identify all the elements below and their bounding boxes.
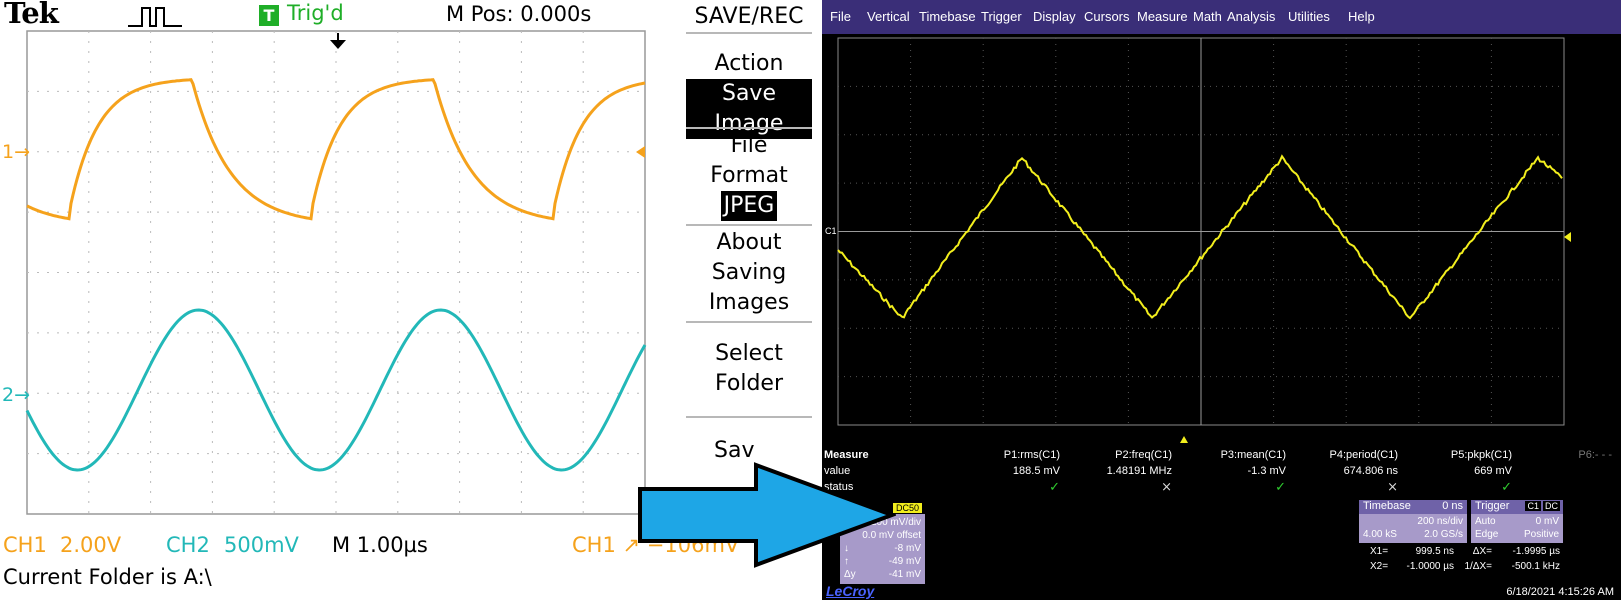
trigger-level: 0 mV <box>1535 516 1559 527</box>
param-value: 669 mV <box>1474 465 1512 477</box>
measure-title: Measure <box>824 449 869 461</box>
lecroy-scope-screen: File Vertical Timebase Trigger Display C… <box>822 0 1621 600</box>
ch2-scale: 500mV <box>224 533 299 557</box>
trigger-level-icon <box>1564 232 1571 242</box>
timebase-samples: 4.00 kS <box>1363 529 1397 540</box>
dx-value: -1.9995 µs <box>1512 546 1560 557</box>
timebase-per-div: 200 ns/div <box>1417 516 1463 527</box>
c1-row1-value: -8 mV <box>894 543 921 554</box>
trigger-label: Trigger <box>1475 500 1510 512</box>
about-label-3: Images <box>708 290 790 315</box>
timebase-delay: 0 ns <box>1442 500 1463 512</box>
x1-value: 999.5 ns <box>1415 546 1454 557</box>
timebase-rate: 2.0 GS/s <box>1424 529 1463 540</box>
param-value: -1.3 mV <box>1247 465 1286 477</box>
file-format-menu-button[interactable]: File Format JPEG <box>686 131 812 221</box>
ch1-label: CH1 <box>3 533 47 557</box>
about-saving-images-button[interactable]: About Saving Images <box>686 228 812 318</box>
trigger-box[interactable]: Trigger C1 DC Auto 0 mV Edge Positive <box>1471 500 1563 543</box>
save-label: Sav <box>714 438 755 463</box>
select-folder-label-1: Select <box>715 341 783 366</box>
lecroy-logo: LeCroy <box>826 583 875 599</box>
param-name: P1:rms(C1) <box>1003 449 1060 461</box>
param-name: P6:- - - <box>1578 449 1612 461</box>
trigger-header: Trigger C1 DC <box>1471 500 1563 514</box>
file-format-value: JPEG <box>720 191 778 221</box>
param-status-icon: ⨯ <box>1161 479 1172 494</box>
param-name: P3:mean(C1) <box>1220 449 1286 461</box>
menu-separator <box>686 224 812 226</box>
param-value: 188.5 mV <box>1012 465 1060 477</box>
ch1-trace <box>26 78 646 221</box>
timebase-label: Timebase <box>1363 500 1411 512</box>
trigger-position-icon <box>1180 436 1188 443</box>
trigger-type: Edge <box>1475 529 1499 540</box>
param-name: P2:freq(C1) <box>1115 449 1172 461</box>
ch2-marker: 2→ <box>2 384 30 406</box>
action-label: Action <box>714 51 784 76</box>
param-status-icon: ⨯ <box>1387 479 1398 494</box>
select-folder-button[interactable]: Select Folder <box>686 339 812 399</box>
timebase-header: Timebase 0 ns <box>1359 500 1467 514</box>
action-menu-button[interactable]: Action Save Image <box>686 49 812 139</box>
param-name: P4:period(C1) <box>1329 449 1398 461</box>
param-status-icon: ✓ <box>1501 479 1512 494</box>
about-label-2: Saving <box>711 260 787 285</box>
dx-label: ΔX= <box>1472 546 1492 557</box>
file-format-label-2: Format <box>710 163 788 188</box>
inv-dx-label: 1/ΔX= <box>1464 561 1492 572</box>
composite-screenshot: Tek T Trig'd M Pos: 0.000s 1→ 2→ SAVE/REC… <box>0 0 1621 600</box>
timebase-box[interactable]: Timebase 0 ns 200 ns/div 4.00 kS 2.0 GS/… <box>1359 500 1467 543</box>
file-format-label-1: File <box>730 133 768 158</box>
menu-separator <box>686 127 812 129</box>
about-label-1: About <box>716 230 782 255</box>
timebase-readout: M 1.00µs <box>332 533 428 557</box>
inv-dx-value: -500.1 kHz <box>1511 561 1560 572</box>
menu-separator <box>686 321 812 323</box>
select-folder-label-2: Folder <box>715 371 783 396</box>
blue-arrow-icon <box>638 462 896 568</box>
trigger-source: C1 <box>1525 501 1541 511</box>
param-value: 1.48191 MHz <box>1106 465 1172 477</box>
ch1-scale: 2.00V <box>60 533 122 557</box>
x2-value: -1.0000 µs <box>1406 561 1454 572</box>
datetime: 6/18/2021 4:15:26 AM <box>1506 586 1614 598</box>
current-folder: Current Folder is A:\ <box>3 565 212 589</box>
c1-marker: C1 <box>825 226 837 236</box>
menu-title: SAVE/REC <box>694 4 804 29</box>
param-value: 674.806 ns <box>1343 465 1398 477</box>
param-status-icon: ✓ <box>1275 479 1286 494</box>
param-name: P5:pkpk(C1) <box>1450 449 1512 461</box>
action-value: Save Image <box>686 79 812 139</box>
trigger-coupling: DC <box>1543 501 1560 511</box>
menu-separator <box>686 416 812 418</box>
param-status-icon: ✓ <box>1049 479 1060 494</box>
trigger-slope: Positive <box>1523 529 1559 540</box>
c1-coupling-badge: DC50 <box>892 503 922 513</box>
trigger-mode: Auto <box>1475 516 1496 527</box>
trigger-level-icon <box>636 146 645 158</box>
ch1-marker: 1→ <box>2 141 30 163</box>
ch2-trace <box>25 308 647 472</box>
ch2-label: CH2 <box>166 533 210 557</box>
menu-separator <box>686 32 812 34</box>
